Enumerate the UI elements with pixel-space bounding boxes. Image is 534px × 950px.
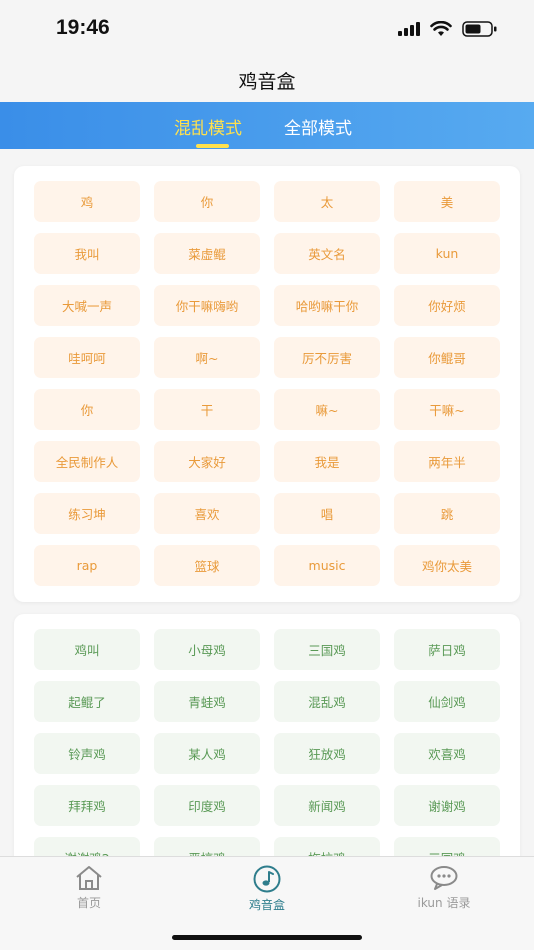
- tabbar-label-quotes: ikun 语录: [417, 896, 471, 910]
- status-icons: [398, 20, 498, 38]
- sound-button[interactable]: music: [274, 545, 380, 586]
- sound-button[interactable]: 鸡叫: [34, 629, 140, 670]
- tab-chaos-mode[interactable]: 混乱模式: [174, 114, 242, 139]
- sound-button[interactable]: 鸡你太美: [394, 545, 500, 586]
- sound-button[interactable]: 嘛~: [274, 389, 380, 430]
- chaos-sound-grid: 鸡你太美我叫 菜虚鲲 英文名 kun 大喊一声 你干嘛嗨哟 哈哟嘛干你 你好烦 哇呵呵 啊~ 厉不厉…: [34, 181, 500, 586]
- sound-button[interactable]: 大家好: [154, 441, 260, 482]
- status-bar: 19:46: [0, 0, 534, 58]
- home-icon: [76, 866, 102, 890]
- sound-button[interactable]: 你鲲哥: [394, 337, 500, 378]
- sound-button[interactable]: rap: [34, 545, 140, 586]
- sound-button[interactable]: 铃声鸡: [34, 733, 140, 774]
- sound-button[interactable]: 狂放鸡: [274, 733, 380, 774]
- sound-button[interactable]: kun: [394, 233, 500, 274]
- sound-button[interactable]: 某人鸡: [154, 733, 260, 774]
- sound-button[interactable]: 拜拜鸡: [34, 785, 140, 826]
- sound-button[interactable]: 你: [154, 181, 260, 222]
- sound-button[interactable]: 喜欢: [154, 493, 260, 534]
- tab-all-mode[interactable]: 全部模式: [284, 114, 352, 139]
- sound-button[interactable]: 青蛙鸡: [154, 681, 260, 722]
- sound-button[interactable]: 哈哟嘛干你: [274, 285, 380, 326]
- sound-button[interactable]: 欢喜鸡: [394, 733, 500, 774]
- sound-button[interactable]: 仙剑鸡: [394, 681, 500, 722]
- sound-button[interactable]: 美: [394, 181, 500, 222]
- home-indicator: [172, 935, 362, 940]
- sound-button[interactable]: 两年半: [394, 441, 500, 482]
- sound-button[interactable]: 干: [154, 389, 260, 430]
- tabbar-label-sound-box: 鸡音盒: [248, 898, 285, 912]
- battery-icon: [462, 21, 497, 37]
- chicken-sound-grid: 鸡叫 小母鸡 三国鸡 萨日鸡起鲲了 青蛙鸡 混乱鸡 仙剑鸡铃声鸡 某人鸡 狂放鸡 欢喜鸡拜拜鸡 印度…: [34, 629, 500, 878]
- sound-button[interactable]: 起鲲了: [34, 681, 140, 722]
- page-title: 鸡音盒: [238, 70, 296, 93]
- navigation-bar: 鸡音盒: [0, 58, 534, 102]
- tab-underline: [196, 144, 229, 148]
- chat-bubble-icon: [430, 866, 458, 890]
- sound-button[interactable]: 练习坤: [34, 493, 140, 534]
- sound-button[interactable]: 菜虚鲲: [154, 233, 260, 274]
- sound-button[interactable]: 哇呵呵: [34, 337, 140, 378]
- tabbar-item-quotes[interactable]: ikun 语录: [384, 865, 504, 911]
- sound-button[interactable]: 你好烦: [394, 285, 500, 326]
- sound-button[interactable]: 大喊一声: [34, 285, 140, 326]
- wifi-icon: [430, 21, 452, 36]
- sound-button[interactable]: 混乱鸡: [274, 681, 380, 722]
- chaos-sound-card: 鸡你太美我叫 菜虚鲲 英文名 kun 大喊一声 你干嘛嗨哟 哈哟嘛干你 你好烦 哇呵呵 啊~ 厉不厉…: [14, 166, 520, 602]
- sound-button[interactable]: 我叫: [34, 233, 140, 274]
- sound-button[interactable]: 干嘛~: [394, 389, 500, 430]
- mode-tabs: 混乱模式 全部模式: [0, 102, 534, 149]
- tabbar-item-home[interactable]: 首页: [29, 865, 149, 911]
- music-note-icon: [253, 865, 281, 893]
- sound-button[interactable]: 谢谢鸡: [394, 785, 500, 826]
- sound-button[interactable]: 小母鸡: [154, 629, 260, 670]
- sound-button[interactable]: 你: [34, 389, 140, 430]
- sound-button[interactable]: 啊~: [154, 337, 260, 378]
- sound-button[interactable]: 你干嘛嗨哟: [154, 285, 260, 326]
- status-time: 19:46: [56, 16, 110, 39]
- sound-button[interactable]: 三国鸡: [274, 629, 380, 670]
- sound-button[interactable]: 唱: [274, 493, 380, 534]
- sound-button[interactable]: 英文名: [274, 233, 380, 274]
- sound-button[interactable]: 全民制作人: [34, 441, 140, 482]
- sound-button[interactable]: 新闻鸡: [274, 785, 380, 826]
- signal-icon: [398, 22, 420, 36]
- sound-button[interactable]: 我是: [274, 441, 380, 482]
- sound-button[interactable]: 萨日鸡: [394, 629, 500, 670]
- tabbar-label-home: 首页: [76, 896, 101, 910]
- sound-button[interactable]: 跳: [394, 493, 500, 534]
- sound-button[interactable]: 鸡: [34, 181, 140, 222]
- sound-button[interactable]: 厉不厉害: [274, 337, 380, 378]
- sound-button[interactable]: 印度鸡: [154, 785, 260, 826]
- sound-button[interactable]: 太: [274, 181, 380, 222]
- tabbar-item-sound-box[interactable]: 鸡音盒: [207, 865, 327, 913]
- sound-button[interactable]: 篮球: [154, 545, 260, 586]
